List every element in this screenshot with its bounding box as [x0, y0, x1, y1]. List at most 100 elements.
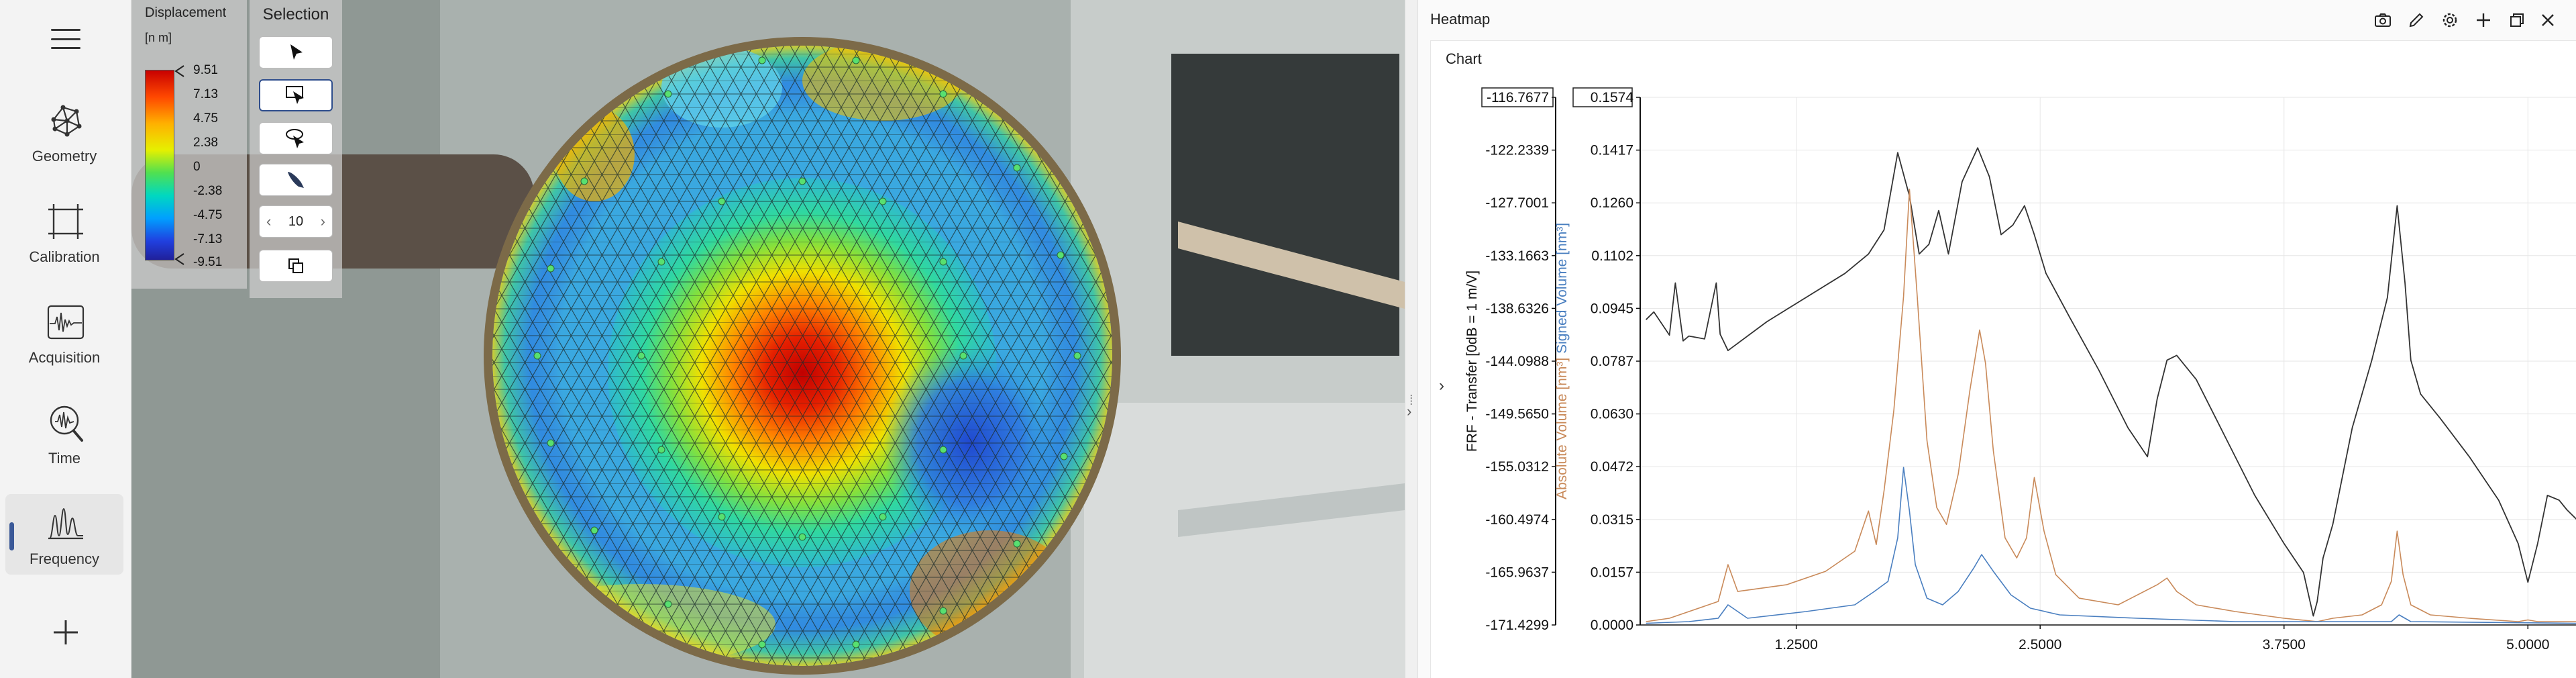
plus-icon[interactable] — [50, 616, 82, 648]
lasso-select-tool-button[interactable] — [259, 122, 333, 154]
legend-tick: -7.13 — [193, 232, 223, 246]
right-axis-tick-label: 0.1102 — [1591, 248, 1633, 264]
right-axis-tick-label: 0.0157 — [1591, 565, 1633, 580]
color-ramp — [145, 70, 174, 260]
copy-selection-button[interactable] — [259, 250, 333, 282]
pointer-icon — [290, 44, 303, 60]
brush-select-icon — [288, 172, 304, 188]
left-axis-tick-label: -127.7001 — [1485, 195, 1549, 211]
right-axis-tick-label: 0.1260 — [1591, 195, 1633, 211]
camera-icon — [2375, 13, 2391, 27]
right-axis-tick-label: 0.1574 — [1591, 90, 1634, 105]
legend-tick: 9.51 — [193, 63, 218, 77]
close-button[interactable] — [2536, 8, 2560, 32]
nav-item-calibration[interactable]: Calibration — [5, 192, 123, 273]
nav-item-frequency[interactable]: Frequency — [5, 494, 123, 575]
colorbar-legend: Displacement [n m] 9.51 7.13 4.75 2.38 0… — [131, 0, 247, 289]
heatmap-panel: Heatmap Chart › -116.7677 -122.2339 -127.7… — [1418, 0, 2576, 678]
left-axis-tick-label: -165.9637 — [1485, 565, 1549, 580]
legend-title: Displacement — [145, 5, 227, 20]
brush-select-tool-button[interactable] — [259, 164, 333, 196]
left-axis-tick-label: -138.6326 — [1485, 301, 1549, 316]
nav-label-frequency: Frequency — [30, 550, 99, 567]
series-line-2 — [1646, 467, 2576, 624]
left-axis-tick-label: -155.0312 — [1485, 459, 1549, 475]
pointer-tool-button[interactable] — [259, 36, 333, 68]
legend-tick: 0 — [193, 160, 201, 174]
settings-button[interactable] — [2438, 8, 2462, 32]
nav-item-geometry[interactable]: Geometry — [5, 91, 123, 172]
add-button[interactable] — [2471, 8, 2496, 32]
time-icon — [50, 405, 83, 442]
navigation-sidebar: Geometry Calibration Acquisition Time Fr… — [0, 0, 131, 678]
restore-window-icon — [2510, 13, 2524, 27]
legend-tick: -2.38 — [193, 184, 223, 198]
right-axis-tick-label: 0.1417 — [1591, 143, 1633, 158]
3d-viewport[interactable]: Displacement [n m] 9.51 7.13 4.75 2.38 0… — [131, 0, 1405, 678]
selection-title: Selection — [262, 5, 329, 23]
left-axis-tick-label: -122.2339 — [1485, 143, 1549, 158]
panel-title: Heatmap — [1430, 11, 1491, 28]
frf-chart[interactable]: -116.7677 -122.2339 -127.7001 -133.1663 -138… — [1431, 41, 2576, 678]
right-axis-tick-label: 0.0315 — [1591, 512, 1633, 528]
chevron-right-icon[interactable]: › — [1407, 403, 1411, 420]
lasso-select-icon — [286, 129, 304, 148]
legend-tick: -4.75 — [193, 208, 223, 222]
right-axis-title-part: Volume [nm³] — [1554, 223, 1570, 310]
add-icon — [2477, 13, 2490, 27]
screenshot-button[interactable] — [2371, 8, 2395, 32]
left-axis-title: FRF - Transfer [0dB = 1 m/V] — [1464, 271, 1480, 452]
calibration-icon — [48, 204, 83, 239]
box-select-icon — [286, 86, 304, 104]
right-axis-title-part: Signed — [1554, 310, 1570, 358]
copy-selection-icon — [288, 258, 303, 273]
increment-button[interactable]: › — [321, 213, 325, 230]
active-indicator — [9, 522, 14, 550]
max-handle-icon[interactable] — [174, 64, 185, 78]
min-handle-icon[interactable] — [174, 252, 185, 266]
edit-button[interactable] — [2404, 8, 2428, 32]
x-axis-tick-label: 5.0000 — [2506, 637, 2549, 652]
right-axis-title-part: Volume [nm³] — [1554, 358, 1570, 445]
hamburger-icon[interactable] — [51, 27, 80, 51]
box-select-tool-button[interactable] — [259, 79, 333, 111]
app-window: Geometry Calibration Acquisition Time Fr… — [0, 0, 2576, 678]
legend-tick: -9.51 — [193, 255, 223, 269]
legend-tick: 4.75 — [193, 111, 218, 126]
series-line-0 — [1646, 147, 2576, 617]
geometry-icon — [51, 105, 82, 137]
panel-splitter[interactable]: ⁞ › — [1405, 0, 1418, 678]
right-axis-tick-label: 0.0472 — [1591, 459, 1633, 475]
settings-icon — [2443, 13, 2457, 28]
nav-item-time[interactable]: Time — [5, 393, 123, 474]
right-axis-tick-label: 0.0787 — [1591, 354, 1633, 369]
left-axis-tick-label: -144.0988 — [1485, 354, 1549, 369]
nav-label-time: Time — [48, 450, 81, 467]
left-axis-tick-label: -116.7677 — [1487, 90, 1549, 105]
chart-card: Chart › -116.7677 -122.2339 -127.7001 -133.… — [1430, 40, 2576, 678]
x-axis-tick-label: 1.2500 — [1775, 637, 1818, 652]
left-axis-tick-label: -133.1663 — [1485, 248, 1549, 264]
nav-item-acquisition[interactable]: Acquisition — [5, 293, 123, 373]
legend-tick: 7.13 — [193, 87, 218, 101]
close-icon — [2542, 14, 2554, 26]
nav-label-geometry: Geometry — [32, 148, 97, 164]
selection-toolbar: Selection ‹ 10 › — [250, 0, 342, 298]
brush-size-stepper[interactable]: ‹ 10 › — [259, 205, 333, 238]
edit-icon — [2409, 13, 2424, 28]
right-axis-tick-label: 0.0000 — [1591, 618, 1633, 633]
left-axis-tick-label: -160.4974 — [1485, 512, 1549, 528]
right-axis-title-part: Absolute — [1554, 444, 1570, 499]
x-axis-tick-label: 2.5000 — [2019, 637, 2061, 652]
right-axis-title: Absolute Volume [nm³] Signed Volume [nm³… — [1554, 223, 1570, 499]
right-axis-tick-label: 0.0630 — [1591, 407, 1633, 422]
restore-window-button[interactable] — [2505, 8, 2529, 32]
nav-label-calibration: Calibration — [29, 248, 100, 265]
legend-unit: [n m] — [145, 31, 172, 44]
x-axis-tick-label: 3.7500 — [2263, 637, 2306, 652]
left-axis-tick-label: -171.4299 — [1485, 618, 1549, 633]
frequency-icon — [48, 507, 83, 540]
series-line-1 — [1646, 189, 2576, 622]
nav-label-acquisition: Acquisition — [28, 349, 101, 366]
acquisition-icon — [47, 305, 85, 340]
